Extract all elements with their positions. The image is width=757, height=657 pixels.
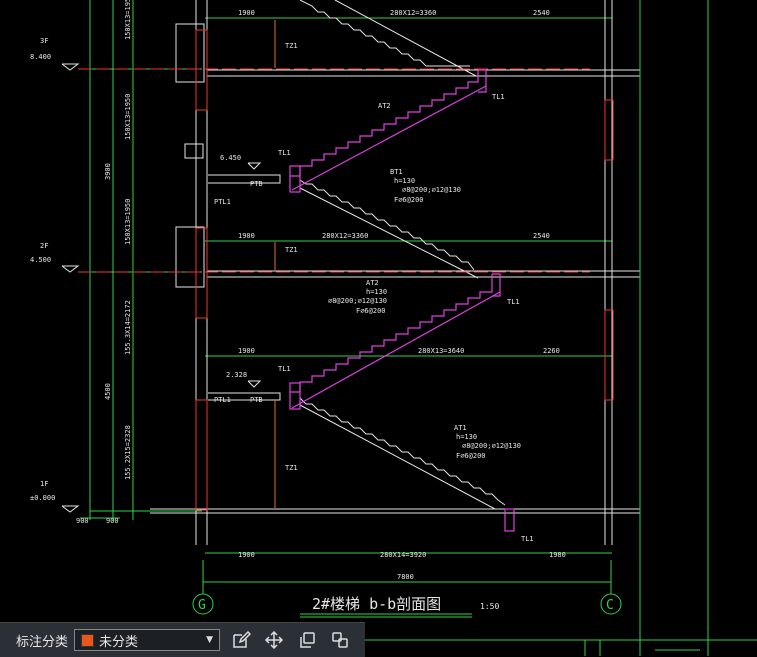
- level-elev-1: ±0.000: [30, 494, 55, 502]
- note-at2-dist: F⌀6@200: [356, 307, 386, 315]
- dim-low-3: 2260: [543, 347, 560, 355]
- move-icon: [264, 630, 284, 650]
- vdim-3f-flight: 150X13=1950: [124, 94, 132, 140]
- dim-total: 7800: [397, 573, 414, 581]
- drawing-title: 2#楼梯 b-b剖面图: [312, 595, 441, 613]
- vdim-1f-flight: 155.2X15=2328: [124, 425, 132, 480]
- label-tz-low: TZ1: [285, 464, 298, 472]
- dim-mid-3: 2540: [533, 232, 550, 240]
- landing-level-lower: 2.328: [226, 371, 247, 379]
- note-at1-rebar: ⌀8@200;⌀12@130: [462, 442, 521, 450]
- note-at2-upper: AT2: [378, 102, 391, 110]
- note-at2-title: AT2: [366, 279, 379, 287]
- axis-label-g: G: [198, 598, 206, 613]
- dim-bottom-1: 1900: [238, 551, 255, 559]
- label-tl-3f: TL1: [492, 93, 505, 101]
- annotation-toolbar: 标注分类 未分类 ▼: [0, 622, 365, 657]
- vdim-storey-1: 4500: [104, 383, 112, 400]
- chevron-down-icon: ▼: [206, 635, 214, 645]
- copy-multiple-icon: [332, 632, 348, 648]
- vdim-900-b: 900: [76, 517, 89, 525]
- note-at1-dist: F⌀6@200: [456, 452, 486, 460]
- annotation-category-label: 标注分类: [16, 634, 69, 650]
- edit-button[interactable]: [229, 628, 253, 652]
- level-lines-red: [78, 68, 590, 273]
- vdim-900-a: 900: [106, 517, 119, 525]
- note-bt1-rebar: ⌀8@200;⌀12@130: [402, 186, 461, 194]
- drawing-scale: 1:50: [480, 602, 499, 611]
- edit-icon: [233, 630, 252, 648]
- label-tz-mid: TZ1: [285, 246, 298, 254]
- copy-button[interactable]: [295, 628, 319, 652]
- level-elev-3: 8.400: [30, 53, 51, 61]
- note-bt1-dist: F⌀6@200: [394, 196, 424, 204]
- level-floor-3: 3F: [40, 37, 48, 45]
- category-color-swatch: [81, 633, 95, 647]
- dim-top-1: 1900: [238, 9, 255, 17]
- landing-level-upper: 6.450: [220, 154, 241, 162]
- dim-low-2: 280X13=3640: [418, 347, 464, 355]
- green-dimension-lines: [80, 0, 622, 618]
- dim-mid-1: 1900: [238, 232, 255, 240]
- dim-bottom-3: 1980: [549, 551, 566, 559]
- dim-low-1: 1900: [238, 347, 255, 355]
- label-tl-2f: TL1: [507, 298, 520, 306]
- vdim-storey-3: 3900: [104, 163, 112, 180]
- copy-icon: [300, 632, 315, 648]
- vdim-2f-upper: 150X13=1950: [124, 199, 132, 245]
- label-ptl-upper: PTL1: [214, 198, 231, 206]
- cad-drawing-canvas[interactable]: 3F 8.400 2F 4.500 1F ±0.000 6.450 2.328 …: [0, 0, 757, 656]
- wall-hatch: [195, 29, 614, 511]
- level-floor-2: 2F: [40, 242, 48, 250]
- dim-top-2: 280X12=3360: [390, 9, 436, 17]
- category-select-value: 未分类: [99, 634, 139, 650]
- label-ptb-lower: PTB: [250, 396, 263, 404]
- stair-flights-magenta: [289, 69, 515, 532]
- level-markers: [61, 63, 262, 513]
- annotation-category-select[interactable]: 未分类 ▼: [74, 629, 221, 651]
- label-ptb-upper: PTB: [250, 180, 263, 188]
- label-tl-upper-landing: TL1: [278, 149, 291, 157]
- vdim-2f-flight: 155.3X14=2172: [124, 300, 132, 355]
- dim-bottom-2: 280X14=3920: [380, 551, 426, 559]
- note-bt1-h: h=130: [394, 177, 415, 185]
- label-ptl-lower: PTL1: [214, 396, 231, 404]
- label-tz-top: TZ1: [285, 42, 298, 50]
- note-at2-h: h=130: [366, 288, 387, 296]
- note-at1-title: AT1: [454, 424, 467, 432]
- level-elev-2: 4.500: [30, 256, 51, 264]
- copy-multiple-button[interactable]: [328, 628, 352, 652]
- note-bt1-title: BT1: [390, 168, 403, 176]
- label-tl-lower-landing: TL1: [278, 365, 291, 373]
- vdim-top: 150X13=1950: [124, 0, 132, 40]
- axis-label-c: C: [606, 598, 614, 613]
- label-tl-1f: TL1: [521, 535, 534, 543]
- note-at2-rebar: ⌀8@200;⌀12@130: [328, 297, 387, 305]
- note-at1-h: h=130: [456, 433, 477, 441]
- dim-mid-2: 280X12=3360: [322, 232, 368, 240]
- level-floor-1: 1F: [40, 480, 48, 488]
- move-button[interactable]: [262, 628, 286, 652]
- dim-top-3: 2540: [533, 9, 550, 17]
